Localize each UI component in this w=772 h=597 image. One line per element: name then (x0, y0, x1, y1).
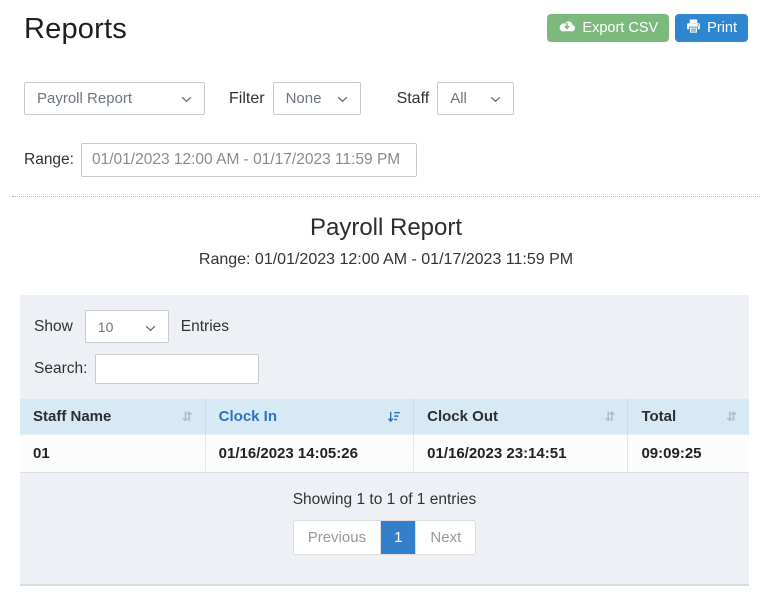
column-header-total[interactable]: Total ⇵ (627, 399, 749, 435)
pagination: Previous 1 Next (20, 520, 749, 555)
table-cell: 01/16/2023 14:05:26 (204, 434, 414, 473)
report-table-panel: Show 10 Entries Search: Staff Name ⇵ Clock… (20, 295, 749, 586)
chevron-down-icon (145, 319, 156, 335)
show-label: Show (34, 317, 73, 335)
reports-page: Reports Export CSV Print Payroll Report … (0, 0, 772, 597)
column-label: Clock Out (427, 408, 498, 425)
table-cell: 01 (20, 434, 206, 473)
column-label: Total (641, 408, 677, 425)
column-label: Staff Name (33, 408, 112, 425)
show-entries-row: Show 10 Entries (20, 310, 749, 343)
search-input[interactable] (95, 354, 260, 384)
search-label: Search: (34, 360, 88, 377)
table-summary: Showing 1 to 1 of 1 entries (292, 491, 477, 508)
table-header-row: Staff Name ⇵ Clock In Clock Out ⇵ Total ⇵ (20, 399, 749, 435)
sort-amount-down-icon (387, 410, 401, 424)
table-cell: 09:09:25 (627, 434, 749, 473)
filter-label: Filter (229, 89, 265, 107)
print-button[interactable]: Print (675, 14, 748, 42)
page-header: Reports Export CSV Print (0, 0, 772, 46)
filter-controls: Payroll Report Filter None Staff All (0, 82, 772, 115)
range-input[interactable] (80, 143, 417, 177)
report-type-select[interactable]: Payroll Report (24, 82, 205, 115)
report-range-subheading: Range: 01/01/2023 12:00 AM - 01/17/2023 … (198, 251, 574, 268)
chevron-down-icon (181, 90, 192, 107)
sort-both-icon: ⇵ (181, 409, 193, 424)
section-divider (12, 196, 760, 197)
payroll-table: Staff Name ⇵ Clock In Clock Out ⇵ Total ⇵ 01 01… (20, 399, 749, 473)
search-row: Search: (20, 354, 749, 384)
report-heading: Payroll Report (309, 214, 463, 241)
column-label: Clock In (218, 408, 278, 425)
range-label: Range: (24, 151, 74, 168)
staff-select-value: All (450, 90, 467, 107)
export-csv-button[interactable]: Export CSV (547, 14, 670, 42)
pagination-previous-button[interactable]: Previous (293, 521, 381, 554)
column-header-staff-name[interactable]: Staff Name ⇵ (20, 399, 206, 435)
filter-select-value: None (285, 90, 322, 107)
export-csv-label: Export CSV (582, 20, 659, 36)
table-cell: 01/16/2023 23:14:51 (413, 434, 628, 473)
header-buttons: Export CSV Print (547, 13, 748, 42)
sort-both-icon: ⇵ (726, 409, 737, 424)
page-title: Reports (24, 13, 127, 45)
range-row: Range: (0, 143, 772, 177)
column-header-clock-out[interactable]: Clock Out ⇵ (413, 399, 628, 435)
cloud-download-icon (558, 19, 576, 37)
chevron-down-icon (490, 90, 501, 107)
filter-select[interactable]: None (272, 82, 361, 115)
report-type-select-value: Payroll Report (37, 90, 133, 107)
column-header-clock-in[interactable]: Clock In (204, 399, 414, 435)
staff-label: Staff (396, 89, 430, 107)
pagination-next-button[interactable]: Next (415, 521, 476, 554)
table-row: 01 01/16/2023 14:05:26 01/16/2023 23:14:51… (20, 434, 749, 473)
sort-both-icon: ⇵ (604, 409, 616, 424)
page-length-select[interactable]: 10 (84, 310, 169, 343)
staff-select[interactable]: All (437, 82, 515, 115)
printer-icon (686, 18, 701, 38)
page-length-select-value: 10 (97, 318, 114, 335)
entries-label: Entries (180, 317, 230, 335)
pagination-group: Previous 1 Next (292, 520, 477, 555)
chevron-down-icon (337, 90, 348, 107)
table-body: 01 01/16/2023 14:05:26 01/16/2023 23:14:51… (20, 434, 749, 473)
pagination-page-1-button[interactable]: 1 (380, 521, 416, 554)
print-label: Print (707, 20, 737, 36)
